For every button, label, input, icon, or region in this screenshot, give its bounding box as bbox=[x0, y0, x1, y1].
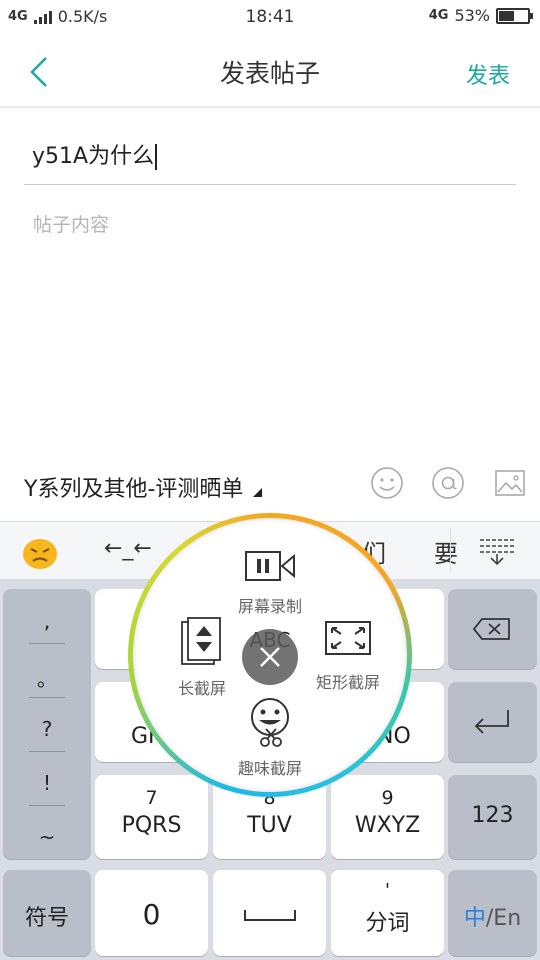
split-word-key[interactable]: ' 分词 bbox=[331, 870, 444, 956]
punctuation-column[interactable]: , 。 ? ! ~ bbox=[3, 589, 91, 859]
battery-percent: 53% bbox=[454, 6, 490, 25]
screen-record-label[interactable]: 屏幕录制 bbox=[226, 593, 314, 617]
close-icon bbox=[260, 647, 280, 667]
rect-screenshot-label[interactable]: 矩形截屏 bbox=[306, 669, 390, 693]
key-7-num: 7 bbox=[145, 787, 158, 809]
image-icon[interactable] bbox=[493, 466, 527, 500]
zero-key[interactable]: 0 bbox=[95, 870, 208, 956]
enter-key[interactable] bbox=[448, 682, 537, 762]
fun-screenshot-icon[interactable] bbox=[246, 697, 294, 749]
punct-exclaim[interactable]: ! bbox=[3, 771, 91, 795]
rect-screenshot-icon[interactable] bbox=[324, 620, 372, 656]
category-label: Y系列及其他-评测晒单 bbox=[24, 477, 244, 502]
punct-comma[interactable]: , bbox=[3, 609, 91, 633]
network-type-right: 4G bbox=[428, 8, 449, 23]
enter-icon bbox=[474, 710, 509, 734]
battery-icon bbox=[496, 7, 533, 24]
key-8-letters: TUV bbox=[247, 813, 292, 838]
symbols-key-label: 符号 bbox=[24, 906, 69, 931]
header-divider bbox=[0, 106, 540, 110]
post-title-value: y51A为什么 bbox=[32, 144, 155, 169]
punct-tilde[interactable]: ~ bbox=[3, 825, 91, 849]
close-menu-button[interactable] bbox=[242, 629, 298, 685]
punct-question[interactable]: ? bbox=[3, 717, 91, 741]
key-9-num: 9 bbox=[381, 787, 394, 809]
symbols-key[interactable]: 符号 bbox=[3, 870, 91, 956]
language-switch-key[interactable]: 中/En bbox=[448, 870, 537, 956]
space-icon bbox=[244, 910, 296, 921]
collapse-keyboard-icon[interactable] bbox=[478, 537, 516, 567]
candidate-divider bbox=[450, 528, 451, 572]
key-7-letters: PQRS bbox=[121, 813, 182, 838]
status-bar: 4G 0.5K/s 18:41 4G 53% bbox=[0, 0, 540, 36]
candidate-3[interactable]: 要 bbox=[434, 534, 458, 569]
long-screenshot-icon[interactable] bbox=[180, 616, 222, 666]
backspace-icon bbox=[472, 618, 510, 640]
post-title-input[interactable]: y51A为什么 bbox=[32, 138, 158, 170]
post-content-input[interactable]: 帖子内容 bbox=[33, 210, 109, 237]
split-key-label: 分词 bbox=[365, 911, 410, 936]
zero-key-label: 0 bbox=[142, 898, 161, 931]
category-selector[interactable]: Y系列及其他-评测晒单 bbox=[24, 471, 263, 503]
key-9[interactable]: 9 WXYZ bbox=[331, 775, 444, 859]
fun-screenshot-label[interactable]: 趣味截屏 bbox=[226, 755, 314, 779]
lang-english: /En bbox=[485, 906, 522, 931]
title-divider bbox=[24, 184, 516, 185]
split-key-top: ' bbox=[385, 880, 390, 901]
space-key[interactable] bbox=[213, 870, 326, 956]
key-9-letters: WXYZ bbox=[354, 813, 421, 838]
emoji-icon[interactable] bbox=[370, 466, 404, 500]
key-7[interactable]: 7 PQRS bbox=[95, 775, 208, 859]
numbers-key[interactable]: 123 bbox=[448, 775, 537, 859]
candidate-1[interactable]: ←_← bbox=[104, 536, 152, 561]
text-caret bbox=[155, 144, 158, 170]
lang-chinese: 中 bbox=[463, 906, 486, 931]
screen-record-icon[interactable] bbox=[244, 548, 296, 584]
numbers-key-label: 123 bbox=[471, 803, 514, 828]
angry-emoji-icon[interactable] bbox=[22, 538, 58, 570]
app-header: 发表帖子 发表 bbox=[0, 36, 540, 108]
punct-period[interactable]: 。 bbox=[3, 663, 91, 692]
publish-button[interactable]: 发表 bbox=[466, 58, 510, 90]
long-screenshot-label[interactable]: 长截屏 bbox=[166, 675, 238, 699]
backspace-key[interactable] bbox=[448, 589, 537, 669]
page-title: 发表帖子 bbox=[219, 59, 320, 88]
punct-divider bbox=[29, 643, 65, 644]
punct-divider bbox=[29, 751, 65, 752]
battery-level bbox=[499, 10, 514, 21]
at-mention-icon[interactable] bbox=[431, 466, 465, 500]
punct-divider bbox=[29, 805, 65, 806]
punct-divider bbox=[29, 697, 65, 698]
dropdown-triangle-icon bbox=[253, 487, 263, 497]
